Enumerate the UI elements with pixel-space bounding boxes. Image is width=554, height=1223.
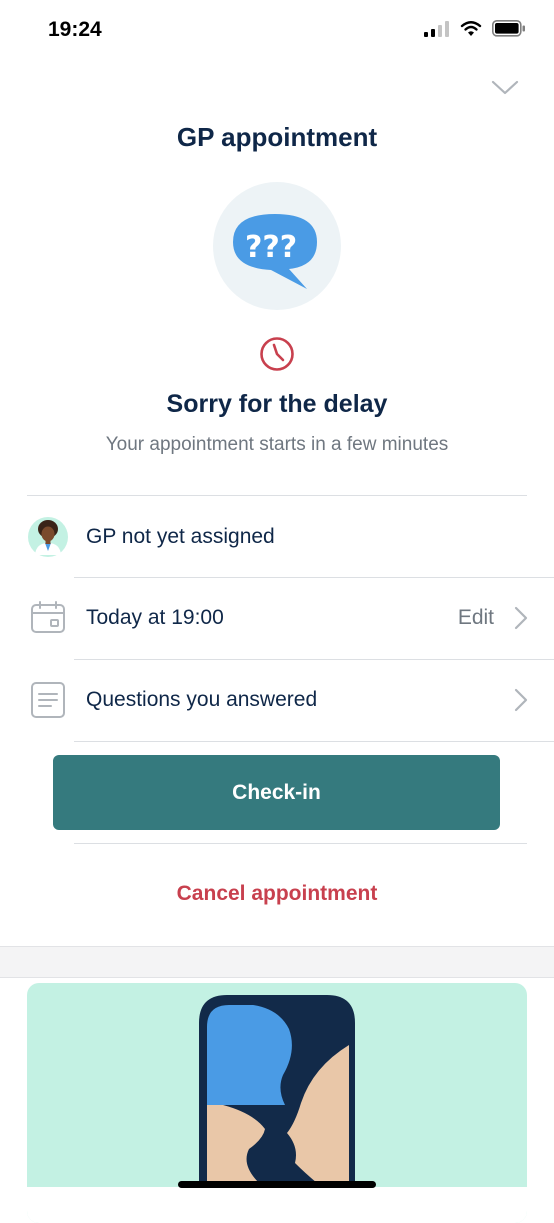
divider	[74, 741, 554, 742]
check-in-button[interactable]: Check-in	[53, 755, 500, 830]
document-icon	[31, 682, 65, 718]
edit-link[interactable]: Edit	[458, 578, 494, 658]
section-separator	[0, 946, 554, 978]
delay-subtitle: Your appointment starts in a few minutes	[105, 434, 449, 455]
gp-row: GP not yet assigned	[0, 497, 554, 577]
appointment-time-label: Today at 19:00	[86, 606, 224, 629]
divider	[27, 495, 527, 496]
chevron-right-icon	[514, 688, 528, 712]
wifi-icon	[460, 20, 482, 36]
clock-icon	[260, 337, 294, 371]
status-bar: 19:24	[0, 0, 554, 60]
appointment-time-row[interactable]: Today at 19:00 Edit	[0, 578, 554, 658]
chevron-down-icon[interactable]	[490, 76, 520, 98]
question-bubble-illustration: ???	[213, 182, 341, 310]
calendar-icon	[31, 601, 65, 633]
gp-status-label: GP not yet assigned	[86, 525, 275, 548]
questions-label: Questions you answered	[86, 688, 318, 711]
page-title: GP appointment	[176, 122, 378, 152]
status-icons	[424, 20, 526, 37]
svg-text:???: ???	[245, 230, 297, 265]
questions-row[interactable]: Questions you answered	[0, 660, 554, 740]
question-speech-bubble-icon: ???	[233, 214, 317, 289]
status-time: 19:24	[48, 18, 102, 41]
battery-icon	[492, 20, 525, 37]
divider	[74, 843, 527, 844]
chevron-right-icon	[514, 606, 528, 630]
home-indicator	[178, 1181, 376, 1188]
doctor-avatar	[28, 517, 68, 557]
delay-title: Sorry for the delay	[166, 390, 388, 418]
cancel-appointment-button[interactable]: Cancel appointment	[0, 882, 554, 906]
promo-card-footer	[27, 1187, 527, 1223]
cellular-signal-icon	[424, 20, 449, 37]
